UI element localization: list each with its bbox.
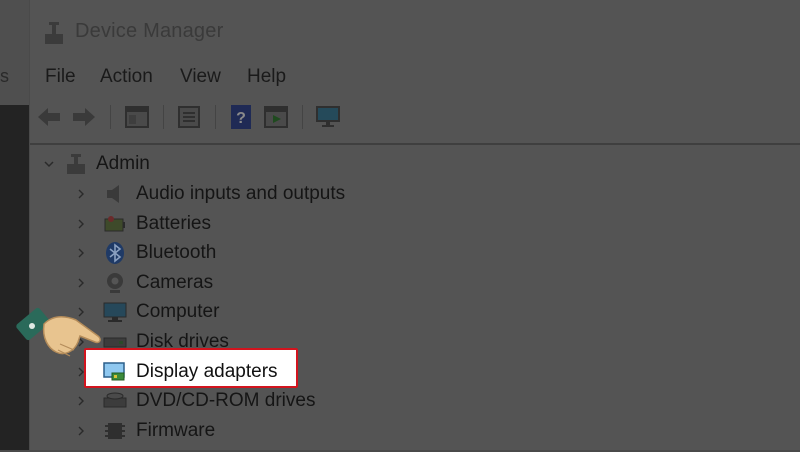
- tree-item-label: Bluetooth: [136, 242, 217, 264]
- run-button[interactable]: [262, 103, 290, 131]
- monitor-scan-icon: [316, 106, 340, 127]
- tree-item-label: Batteries: [136, 212, 211, 234]
- chevron-right-icon[interactable]: [74, 276, 88, 290]
- menu-file[interactable]: File: [45, 66, 76, 88]
- tree-item-label: Cameras: [136, 271, 214, 293]
- help-button[interactable]: ?: [227, 103, 255, 131]
- forward-arrow-icon: [73, 108, 95, 126]
- device-tree: Admin Audio inputs and outputs Batteries B…: [30, 143, 800, 452]
- chevron-right-icon[interactable]: [74, 217, 88, 231]
- back-button[interactable]: [35, 103, 63, 131]
- menu-action[interactable]: Action: [100, 66, 153, 88]
- tree-item-dvd-cd-rom-drives[interactable]: DVD/CD-ROM drives: [74, 388, 315, 414]
- display-adapter-icon: [102, 360, 128, 384]
- firmware-icon: [102, 419, 128, 443]
- device-manager-app-icon: [45, 22, 63, 44]
- chevron-right-icon[interactable]: [74, 246, 88, 260]
- show-hide-tree-button[interactable]: [123, 103, 151, 131]
- background-dark-panel: [0, 105, 29, 450]
- battery-icon: [102, 212, 128, 236]
- device-manager-window: Device Manager File Action View Help ? A…: [30, 0, 800, 450]
- tree-item-cameras[interactable]: Cameras: [74, 270, 213, 296]
- tree-item-label: Audio inputs and outputs: [136, 183, 346, 204]
- chevron-right-icon[interactable]: [74, 187, 88, 201]
- tree-item-label: Display adapters: [136, 360, 278, 382]
- menu-view[interactable]: View: [180, 66, 221, 88]
- back-arrow-icon: [38, 108, 60, 126]
- tree-root[interactable]: Admin: [42, 151, 150, 177]
- properties-icon: [178, 106, 200, 128]
- speaker-icon: [102, 182, 128, 206]
- dvd-drive-icon: [102, 389, 128, 413]
- tree-item-label: DVD/CD-ROM drives: [136, 390, 316, 412]
- chevron-right-icon[interactable]: [74, 365, 88, 379]
- title-bar: Device Manager: [30, 0, 800, 60]
- camera-icon: [102, 271, 128, 295]
- svg-text:?: ?: [236, 110, 246, 127]
- chevron-down-icon[interactable]: [42, 157, 56, 171]
- forward-button[interactable]: [70, 103, 98, 131]
- tree-item-batteries[interactable]: Batteries: [74, 211, 211, 237]
- tree-item-firmware[interactable]: Firmware: [74, 418, 215, 444]
- menu-bar: File Action View Help: [30, 62, 800, 94]
- toolbar-separator: [110, 105, 111, 129]
- toolbar-separator: [163, 105, 164, 129]
- background-text-fragment: s: [0, 66, 9, 86]
- toolbar-separator: [302, 105, 303, 129]
- tree-item-label: Firmware: [136, 419, 216, 441]
- tree-item-audio-inputs-and-outputs[interactable]: Audio inputs and outputs: [74, 181, 345, 207]
- toolbar: ?: [30, 96, 800, 138]
- run-icon: [264, 106, 288, 128]
- tree-root-label: Admin: [96, 153, 150, 174]
- help-icon: ?: [231, 105, 251, 129]
- properties-button[interactable]: [175, 103, 203, 131]
- toolbar-separator: [215, 105, 216, 129]
- background-window-strip: s: [0, 0, 29, 450]
- chevron-right-icon[interactable]: [74, 394, 88, 408]
- chevron-right-icon[interactable]: [74, 424, 88, 438]
- scan-hardware-button[interactable]: [314, 103, 342, 131]
- computer-tower-icon: [67, 154, 85, 174]
- tree-item-label: Computer: [136, 301, 220, 323]
- bluetooth-icon: [102, 241, 128, 265]
- pointing-hand-icon: [16, 307, 101, 357]
- window-title: Device Manager: [75, 20, 224, 42]
- show-hide-tree-icon: [125, 106, 149, 128]
- menu-help[interactable]: Help: [247, 66, 286, 88]
- tree-item-display-adapters[interactable]: Display adapters: [74, 359, 278, 385]
- tree-item-bluetooth[interactable]: Bluetooth: [74, 240, 216, 266]
